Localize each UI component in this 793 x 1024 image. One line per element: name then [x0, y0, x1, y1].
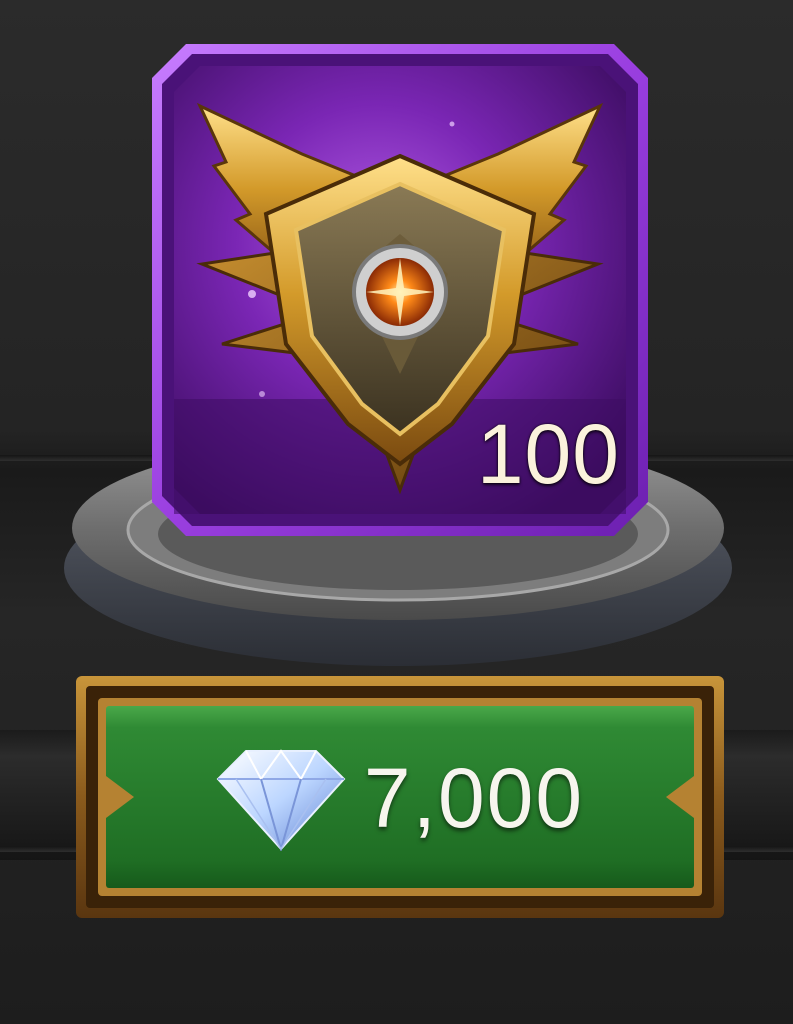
item-quantity-label: 100	[476, 407, 620, 501]
shop-item-scene: 100 7,000	[0, 0, 793, 1024]
price-amount: 7,000	[363, 750, 585, 845]
price-row: 7,000	[76, 676, 724, 918]
diamond-gem-icon	[216, 749, 346, 851]
purchase-button[interactable]: 7,000	[76, 676, 724, 918]
